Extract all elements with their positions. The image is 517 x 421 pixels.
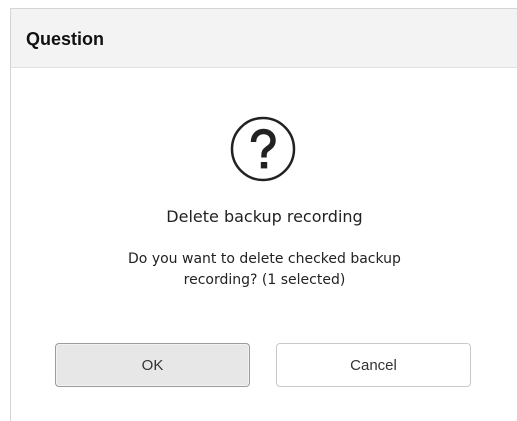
question-dialog: Question Delete backup recording Do you …: [10, 8, 517, 421]
dialog-title: Question: [26, 29, 105, 49]
ok-button[interactable]: OK: [55, 343, 250, 387]
dialog-message: Do you want to delete checked backup rec…: [11, 249, 517, 291]
dialog-message-line1: Do you want to delete checked backup: [128, 251, 401, 267]
cancel-button[interactable]: Cancel: [276, 343, 471, 387]
dialog-heading: Delete backup recording: [166, 207, 363, 226]
question-circle-icon: [230, 116, 296, 182]
dialog-titlebar: Question: [11, 9, 517, 68]
dialog-message-line2: recording? (1 selected): [183, 272, 346, 288]
